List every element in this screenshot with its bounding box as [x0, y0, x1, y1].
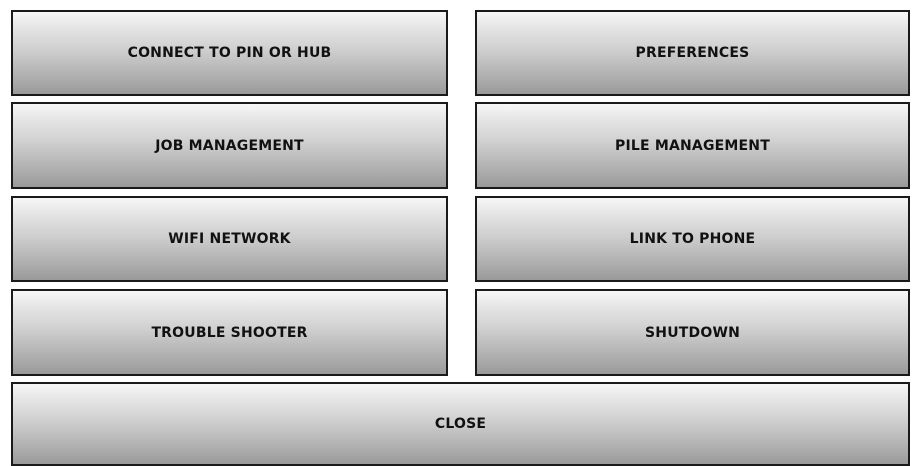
connect-to-pin-or-hub-label: CONNECT TO PIN OR HUB: [127, 45, 332, 61]
link-to-phone-button[interactable]: LINK TO PHONE: [475, 196, 910, 282]
shutdown-button[interactable]: SHUTDOWN: [475, 289, 910, 376]
close-label: CLOSE: [434, 416, 487, 432]
trouble-shooter-label: TROUBLE SHOOTER: [151, 324, 308, 341]
job-management-button[interactable]: JOB MANAGEMENT: [11, 102, 448, 189]
link-to-phone-label: LINK TO PHONE: [629, 231, 756, 247]
preferences-label: PREFERENCES: [635, 45, 750, 61]
wifi-network-label: WIFI NETWORK: [168, 231, 291, 247]
pile-management-button[interactable]: PILE MANAGEMENT: [475, 102, 910, 189]
shutdown-label: SHUTDOWN: [645, 324, 740, 341]
trouble-shooter-button[interactable]: TROUBLE SHOOTER: [11, 289, 448, 376]
wifi-network-button[interactable]: WIFI NETWORK: [11, 196, 448, 282]
job-management-label: JOB MANAGEMENT: [155, 137, 304, 154]
close-button[interactable]: CLOSE: [11, 382, 910, 466]
pile-management-label: PILE MANAGEMENT: [615, 137, 770, 154]
connect-to-pin-or-hub-button[interactable]: CONNECT TO PIN OR HUB: [11, 10, 448, 96]
preferences-button[interactable]: PREFERENCES: [475, 10, 910, 96]
